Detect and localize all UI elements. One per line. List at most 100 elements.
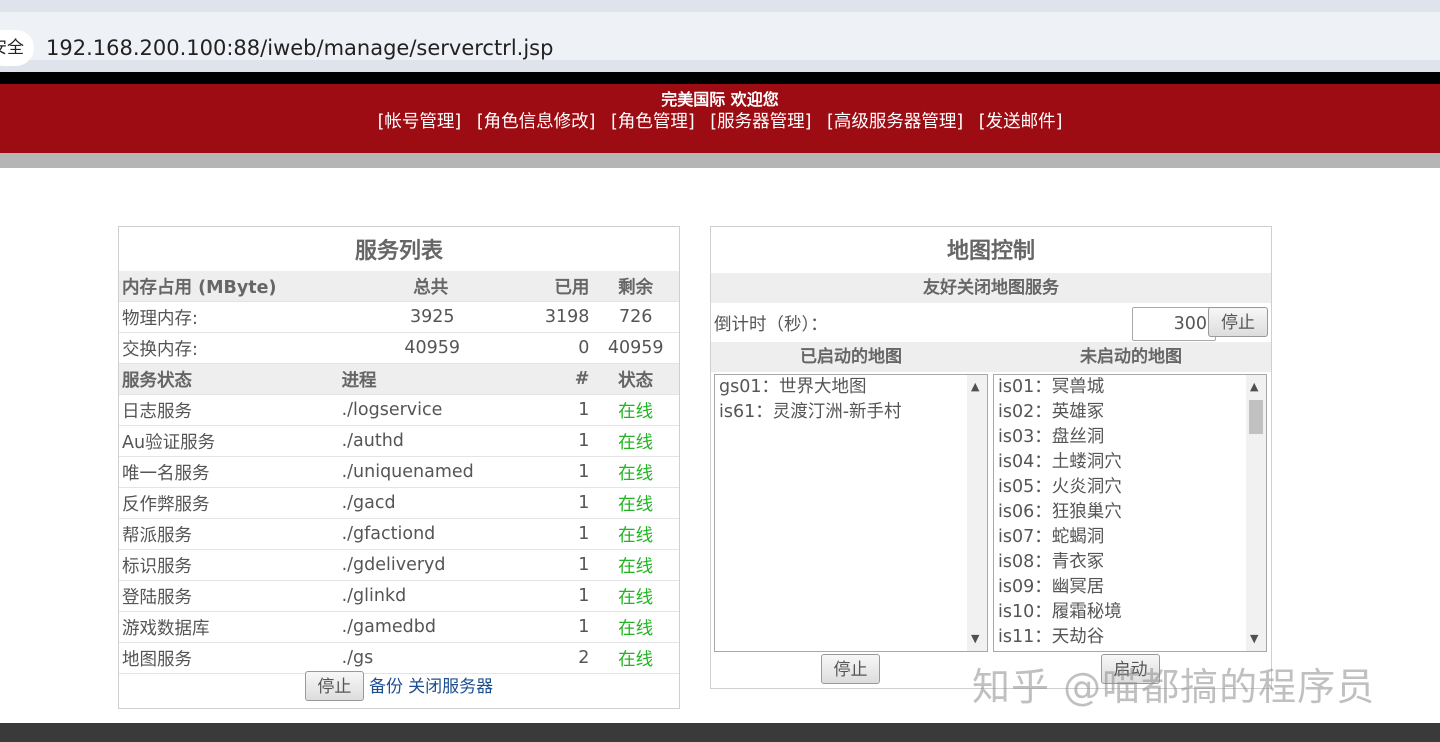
memory-free: 40959 [592,332,679,364]
stopped-map-item[interactable]: is08：青衣冢 [994,550,1266,575]
stopped-map-item[interactable]: is06：狂狼巢穴 [994,500,1266,525]
service-count: 1 [525,580,593,612]
service-count: 1 [525,549,593,581]
stopped-list-scrollbar[interactable]: ▲ ▼ [1246,375,1266,651]
memory-total: 40959 [338,332,526,364]
service-list-panel: 服务列表 内存占用 (MByte) 总共 已用 剩余 物理内存: 3925 31… [118,226,680,709]
address-bar[interactable]: 安全 192.168.200.100:88/iweb/manage/server… [0,12,1440,66]
service-list-title: 服务列表 [354,239,443,264]
memory-row: 物理内存: 3925 3198 726 [119,301,679,333]
main-nav: [帐号管理] [角色信息修改] [角色管理] [服务器管理] [高级服务器管理]… [0,108,1440,133]
stopped-map-item[interactable]: is11：天劫谷 [994,625,1266,650]
service-status: 在线 [592,549,679,581]
service-status: 在线 [592,456,679,488]
nav-server-management[interactable]: [服务器管理] [710,112,811,132]
nav-advanced-server-management[interactable]: [高级服务器管理] [827,112,963,132]
map-control-title: 地图控制 [946,239,1035,264]
service-process: ./authd [338,425,526,457]
memory-type: 交换内存: [119,332,339,364]
stop-map-button[interactable]: 停止 [821,654,880,684]
service-process: ./gacd [338,487,526,519]
page-footer [0,723,1440,742]
service-row: 日志服务 ./logservice 1 在线 [119,394,679,426]
status-header-row: 服务状态 进程 # 状态 [119,363,679,395]
service-process: ./gs [338,642,526,674]
browser-toolbar: 安全 192.168.200.100:88/iweb/manage/server… [0,0,1440,72]
service-count: 1 [525,425,593,457]
stopped-map-item[interactable]: is03：盘丝洞 [994,425,1266,450]
nav-send-mail[interactable]: [发送邮件] [979,112,1063,132]
stopped-map-item[interactable]: is04：土蝼洞穴 [994,450,1266,475]
started-maps-list[interactable]: gs01：世界大地图 is61：灵渡汀洲-新手村 ▲ ▼ [714,374,988,652]
map-list-header: 已启动的地图 未启动的地图 [711,342,1271,372]
service-process: ./logservice [338,394,526,426]
map-control-panel: 地图控制 友好关闭地图服务 倒计时（秒）： 停止 已启动的地图 未启动的地图 g… [710,226,1272,689]
url-text[interactable]: 192.168.200.100:88/iweb/manage/serverctr… [46,34,553,62]
nav-account-management[interactable]: [帐号管理] [378,112,462,132]
watermark: 知乎 @喵都搞的程序员 [972,665,1376,709]
backup-link[interactable]: 备份 [369,677,403,697]
memory-free: 726 [592,301,679,333]
security-indicator[interactable]: 安全 [0,30,34,66]
scroll-thumb[interactable] [1249,400,1263,434]
nav-role-management[interactable]: [角色管理] [611,112,695,132]
memory-header-row: 内存占用 (MByte) 总共 已用 剩余 [119,271,679,302]
service-row: 帮派服务 ./gfactiond 1 在线 [119,518,679,550]
service-name: 地图服务 [119,642,339,674]
service-name: 唯一名服务 [119,456,339,488]
stopped-map-item[interactable]: is05：火炎洞穴 [994,475,1266,500]
countdown-input[interactable] [1132,307,1216,341]
scroll-up-icon[interactable]: ▲ [971,381,979,393]
scroll-up-icon[interactable]: ▲ [1250,381,1258,393]
service-name: 反作弊服务 [119,487,339,519]
stopped-map-item[interactable]: is02：英雄冢 [994,400,1266,425]
service-count: 2 [525,642,593,674]
memory-col-total: 总共 [338,271,526,302]
service-row: Au验证服务 ./authd 1 在线 [119,425,679,457]
started-map-item[interactable]: gs01：世界大地图 [715,375,987,400]
memory-col-used: 已用 [525,271,593,302]
service-status: 在线 [592,611,679,643]
scroll-down-icon[interactable]: ▼ [971,633,979,645]
scroll-down-icon[interactable]: ▼ [1250,633,1258,645]
status-col-count: # [525,363,593,395]
started-maps-header: 已启动的地图 [800,347,902,367]
service-process: ./gfactiond [338,518,526,550]
service-row: 登陆服务 ./glinkd 1 在线 [119,580,679,612]
service-name: 游戏数据库 [119,611,339,643]
service-name: 登陆服务 [119,580,339,612]
memory-col-label: 内存占用 (MByte) [119,271,339,302]
started-map-item[interactable]: is61：灵渡汀洲-新手村 [715,400,987,425]
stop-server-button[interactable]: 停止 [304,671,364,701]
service-table: 内存占用 (MByte) 总共 已用 剩余 物理内存: 3925 3198 72… [119,271,679,674]
memory-total: 3925 [338,301,526,333]
service-count: 1 [525,456,593,488]
memory-used: 0 [525,332,593,364]
started-list-scrollbar[interactable]: ▲ ▼ [967,375,987,651]
service-row: 游戏数据库 ./gamedbd 1 在线 [119,611,679,643]
countdown-stop-button[interactable]: 停止 [1208,307,1268,337]
service-name: 标识服务 [119,549,339,581]
countdown-label: 倒计时（秒）： [714,315,828,335]
service-name: 帮派服务 [119,518,339,550]
service-row: 标识服务 ./gdeliveryd 1 在线 [119,549,679,581]
service-process: ./glinkd [338,580,526,612]
shutdown-server-link[interactable]: 关闭服务器 [408,677,493,697]
stopped-map-item[interactable]: is10：履霜秘境 [994,600,1266,625]
header-top-strip [0,72,1440,84]
memory-used: 3198 [525,301,593,333]
stopped-map-item[interactable]: is01：冥兽城 [994,375,1266,400]
service-status: 在线 [592,425,679,457]
service-process: ./gamedbd [338,611,526,643]
service-process: ./uniquenamed [338,456,526,488]
stopped-maps-list[interactable]: is01：冥兽城 is02：英雄冢 is03：盘丝洞 is04：土蝼洞穴 is0… [993,374,1267,652]
memory-row: 交换内存: 40959 0 40959 [119,332,679,364]
nav-role-info-edit[interactable]: [角色信息修改] [477,112,596,132]
memory-type: 物理内存: [119,301,339,333]
service-count: 1 [525,518,593,550]
service-count: 1 [525,611,593,643]
service-status: 在线 [592,518,679,550]
stopped-map-item[interactable]: is09：幽冥居 [994,575,1266,600]
stopped-map-item[interactable]: is07：蛇蝎洞 [994,525,1266,550]
service-name: 日志服务 [119,394,339,426]
